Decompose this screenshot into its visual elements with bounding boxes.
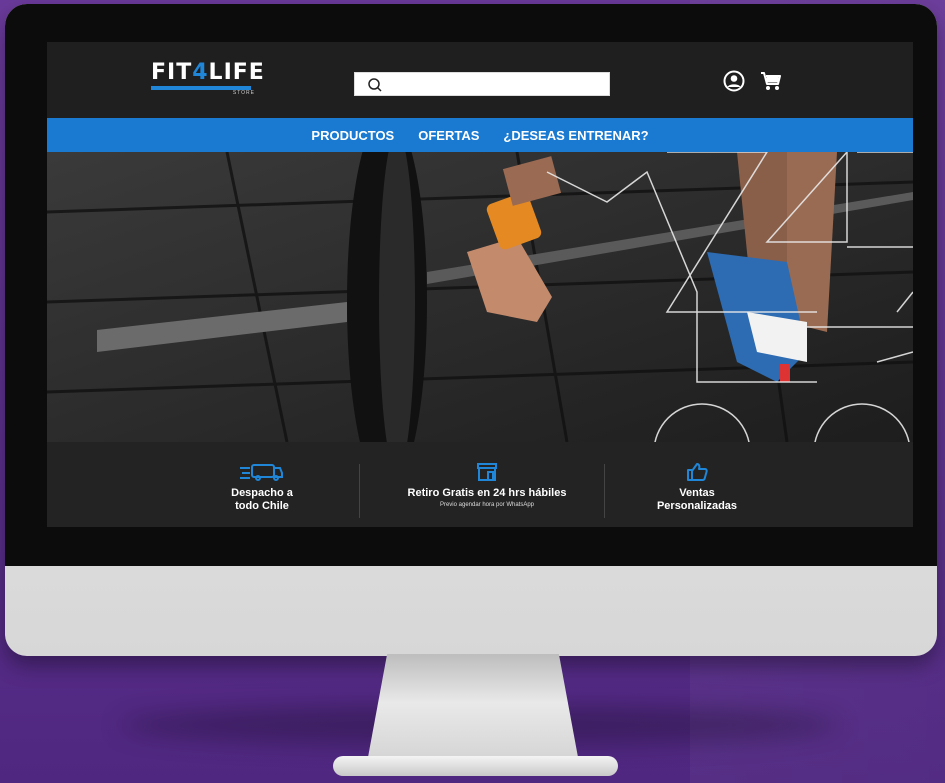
feature-subtitle: Previo agendar hora por WhatsApp xyxy=(439,502,535,508)
divider xyxy=(604,464,605,518)
feature-despacho: Despacho a todo Chile xyxy=(217,462,307,513)
main-nav: PRODUCTOS OFERTAS ¿DESEAS ENTRENAR? xyxy=(47,118,913,152)
thumbs-up-icon xyxy=(687,463,708,481)
website-screen: FIT4LIFE STORE PRODUCTOS OFERTAS ¿DESEAS… xyxy=(47,42,913,527)
search-icon[interactable] xyxy=(367,77,383,93)
feature-retiro: Retiro Gratis en 24 hrs hábiles Previo a… xyxy=(387,462,587,508)
divider xyxy=(359,464,360,518)
logo-text: FIT4LIFE xyxy=(151,60,265,85)
hero-banner xyxy=(47,152,913,442)
nav-item-deseas-entrenar[interactable]: ¿DESEAS ENTRENAR? xyxy=(503,128,648,143)
site-header: FIT4LIFE STORE xyxy=(47,42,913,118)
monitor-bezel: FIT4LIFE STORE PRODUCTOS OFERTAS ¿DESEAS… xyxy=(5,4,937,566)
search-bar[interactable] xyxy=(354,72,610,96)
hero-image xyxy=(47,152,913,442)
store-icon xyxy=(477,463,497,481)
feature-title: Retiro Gratis en 24 hrs hábiles xyxy=(407,487,567,499)
nav-item-ofertas[interactable]: OFERTAS xyxy=(418,128,479,143)
features-bar: Despacho a todo Chile Retiro Gratis en 2… xyxy=(47,442,913,527)
delivery-van-icon xyxy=(240,464,283,481)
feature-title: Personalizadas xyxy=(656,500,738,512)
search-input[interactable] xyxy=(389,75,603,95)
logo-subtext: STORE xyxy=(232,90,255,96)
fit4life-logo[interactable]: FIT4LIFE STORE xyxy=(151,60,265,98)
user-icon[interactable] xyxy=(723,70,745,92)
nav-item-productos[interactable]: PRODUCTOS xyxy=(311,128,394,143)
feature-title: Ventas xyxy=(679,487,715,499)
monitor: FIT4LIFE STORE PRODUCTOS OFERTAS ¿DESEAS… xyxy=(5,4,937,656)
feature-ventas: Ventas Personalizadas xyxy=(637,462,757,513)
feature-title: todo Chile xyxy=(235,500,289,512)
monitor-stand-base xyxy=(333,756,618,776)
cart-icon[interactable] xyxy=(759,70,783,92)
feature-title: Despacho a xyxy=(231,487,293,499)
